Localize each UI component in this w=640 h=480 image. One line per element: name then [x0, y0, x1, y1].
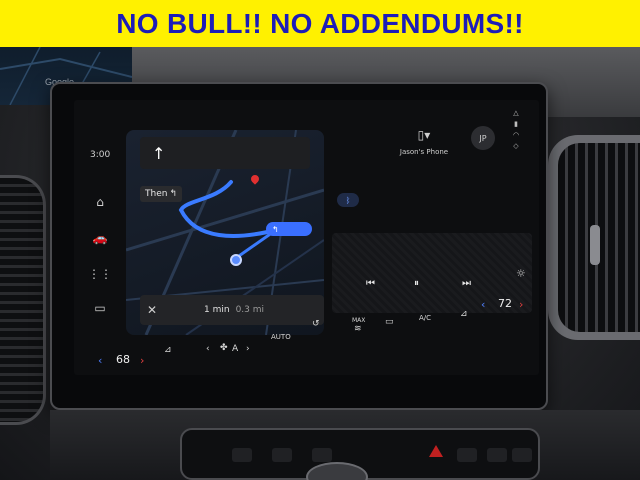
driver-temp: 68: [116, 353, 130, 366]
console-button[interactable]: [312, 448, 332, 462]
console-button[interactable]: [487, 448, 507, 462]
console-button[interactable]: [232, 448, 252, 462]
fan-down-arrow[interactable]: ‹: [206, 344, 210, 354]
ac-button[interactable]: A/C: [419, 314, 431, 322]
location-icon: ◇: [513, 142, 519, 150]
console-button[interactable]: [272, 448, 292, 462]
auto-climate-button[interactable]: AUTO: [271, 333, 291, 341]
left-air-vent: [0, 175, 46, 425]
passenger-temp: 72: [498, 297, 512, 310]
passenger-temp-down-arrow[interactable]: ‹: [481, 298, 485, 311]
promo-banner-text: NO BULL!! NO ADDENDUMS!!: [116, 7, 524, 39]
infotainment-screen: 3:00 ⌂ 🚗 ⋮⋮ ▭ ↰ ↑ Then ↰ ✕ 1 min 0.3 mi …: [74, 100, 539, 375]
driver-temp-up-arrow[interactable]: ›: [140, 354, 144, 367]
recirculate-icon[interactable]: ↺: [312, 319, 320, 329]
phone-name: Jason's Phone: [399, 148, 449, 156]
driver-temp-down-arrow[interactable]: ‹: [98, 354, 102, 367]
brightness-icon[interactable]: ☼: [516, 267, 526, 280]
climate-bar: ‹ 68 › ⊿ ‹ ✤ A › AUTO ↺ MAX ≋ ▭ A/C ⊿ ‹ …: [74, 297, 539, 375]
console-button[interactable]: [512, 448, 532, 462]
wifi-icon: ◠: [512, 131, 520, 139]
console-button[interactable]: [457, 448, 477, 462]
dashboard-photo: NO BULL!! NO ADDENDUMS!! Google 3:00 ⌂ 🚗…: [0, 0, 640, 480]
car-icon[interactable]: 🚗: [90, 228, 110, 248]
then-instruction: Then ↰: [140, 186, 182, 202]
profile-avatar[interactable]: JP: [471, 126, 495, 150]
signal-icon: ▮: [514, 120, 518, 128]
previous-track-button[interactable]: ⏮: [366, 278, 375, 289]
turn-left-icon: ↰: [169, 189, 177, 199]
fan-icon[interactable]: ✤: [220, 343, 228, 353]
max-defrost-icon[interactable]: ≋: [354, 324, 362, 334]
rear-defrost-icon[interactable]: ▭: [385, 317, 394, 327]
next-turn-panel: ↑: [140, 137, 310, 169]
hazard-icon[interactable]: [429, 445, 443, 457]
fan-label: A: [232, 344, 239, 354]
next-track-button[interactable]: ⏭: [462, 278, 471, 289]
maneuver-badge: ↰: [266, 222, 312, 236]
heated-seat-icon[interactable]: ⊿: [164, 345, 172, 355]
pause-button[interactable]: ⏸: [414, 278, 419, 289]
promo-banner: NO BULL!! NO ADDENDUMS!!: [0, 0, 640, 47]
turn-arrow-icon: ↑: [152, 143, 166, 163]
passenger-seat-icon[interactable]: ⊿: [460, 309, 468, 319]
max-defrost-label: MAX: [352, 317, 366, 324]
bluetooth-icon[interactable]: ᛒ: [337, 193, 359, 207]
passenger-temp-up-arrow[interactable]: ›: [519, 298, 523, 311]
home-icon[interactable]: ⌂: [90, 192, 110, 212]
vent-adjust-knob[interactable]: [590, 225, 600, 265]
alert-icon: △: [513, 109, 519, 117]
nav-rail: ⌂ 🚗 ⋮⋮ ▭: [88, 192, 112, 324]
current-location-icon: [230, 254, 242, 266]
fan-up-arrow[interactable]: ›: [246, 344, 250, 354]
status-icons: △ ▮ ◠ ◇: [510, 108, 522, 168]
then-label: Then: [145, 189, 168, 199]
apps-grid-icon[interactable]: ⋮⋮: [88, 264, 112, 284]
clock: 3:00: [90, 150, 111, 160]
